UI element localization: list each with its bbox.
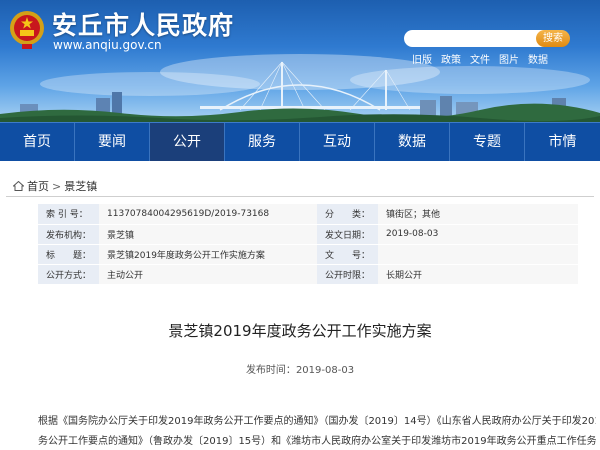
- article-body: 根据《国务院办公厅关于印发2019年政务公开工作要点的通知》（国办发〔2019〕…: [38, 412, 596, 450]
- main-nav: 首页 要闻 公开 服务 互动 数据 专题 市情: [0, 122, 600, 161]
- doc-number-label: 文 号：: [317, 244, 379, 265]
- disclosure-period-value: 长期公开: [378, 264, 578, 285]
- document-info-table: 索 引 号： 11370784004295619D/2019-73168 分 类…: [38, 204, 578, 285]
- quick-link-policy[interactable]: 政策: [441, 51, 461, 66]
- category-value: 镇街区；其他: [378, 204, 578, 225]
- doc-number-value: [378, 244, 578, 265]
- disclosure-method-value: 主动公开: [99, 264, 318, 285]
- nav-home[interactable]: 首页: [0, 123, 75, 161]
- national-emblem-icon: [10, 11, 44, 49]
- table-row: 发布机构： 景芝镇 发文日期： 2019-08-03: [38, 224, 578, 245]
- nav-topics[interactable]: 专题: [450, 123, 525, 161]
- table-row: 标 题： 景芝镇2019年度政务公开工作实施方案 文 号：: [38, 244, 578, 265]
- index-number-label: 索 引 号：: [38, 204, 100, 225]
- header-banner: 安丘市人民政府 www.anqiu.gov.cn 搜索 旧版 政策 文件 图片 …: [0, 0, 600, 122]
- quick-link-old-version[interactable]: 旧版: [412, 51, 432, 66]
- quick-link-data[interactable]: 数据: [528, 51, 548, 66]
- breadcrumb-current[interactable]: 景芝镇: [64, 178, 97, 194]
- disclosure-method-label: 公开方式：: [38, 264, 100, 285]
- breadcrumb-home[interactable]: 首页: [27, 178, 49, 194]
- breadcrumb: 首页 > 景芝镇: [13, 178, 97, 194]
- table-row: 公开方式： 主动公开 公开时限： 长期公开: [38, 264, 578, 285]
- publisher-value: 景芝镇: [99, 224, 318, 245]
- nav-city-info[interactable]: 市情: [525, 123, 600, 161]
- table-row: 索 引 号： 11370784004295619D/2019-73168 分 类…: [38, 204, 578, 225]
- quick-link-images[interactable]: 图片: [499, 51, 519, 66]
- publish-info: 发布时间：2019-08-03: [0, 361, 600, 376]
- quick-link-documents[interactable]: 文件: [470, 51, 490, 66]
- publish-date: 2019-08-03: [295, 365, 355, 376]
- nav-public[interactable]: 公开: [150, 123, 225, 161]
- article-title: 景芝镇2019年度政务公开工作实施方案: [168, 322, 432, 340]
- publish-label: 发布时间：: [245, 365, 296, 376]
- nav-data[interactable]: 数据: [375, 123, 450, 161]
- home-icon: [13, 181, 24, 191]
- site-url: www.anqiu.gov.cn: [53, 38, 162, 52]
- nav-news[interactable]: 要闻: [75, 123, 150, 161]
- article-paragraph-line: 务公开工作要点的通知》（鲁政办发〔2019〕15号）和《潍坊市人民政府办公室关于…: [38, 436, 596, 447]
- issue-date-value: 2019-08-03: [378, 224, 578, 245]
- breadcrumb-separator: >: [52, 179, 62, 193]
- article-paragraph-line: 根据《国务院办公厅关于印发2019年政务公开工作要点的通知》（国办发〔2019〕…: [38, 416, 596, 427]
- site-title[interactable]: 安丘市人民政府: [52, 6, 234, 42]
- nav-services[interactable]: 服务: [225, 123, 300, 161]
- search-button[interactable]: 搜索: [536, 30, 570, 47]
- publisher-label: 发布机构：: [38, 224, 100, 245]
- issue-date-label: 发文日期：: [317, 224, 379, 245]
- title-value: 景芝镇2019年度政务公开工作实施方案: [99, 244, 318, 265]
- category-label: 分 类：: [317, 204, 379, 225]
- nav-interaction[interactable]: 互动: [300, 123, 375, 161]
- index-number-value: 11370784004295619D/2019-73168: [99, 204, 318, 225]
- breadcrumb-divider: [6, 196, 594, 197]
- disclosure-period-label: 公开时限：: [317, 264, 379, 285]
- quick-links: 旧版 政策 文件 图片 数据: [412, 51, 548, 66]
- title-label: 标 题：: [38, 244, 100, 265]
